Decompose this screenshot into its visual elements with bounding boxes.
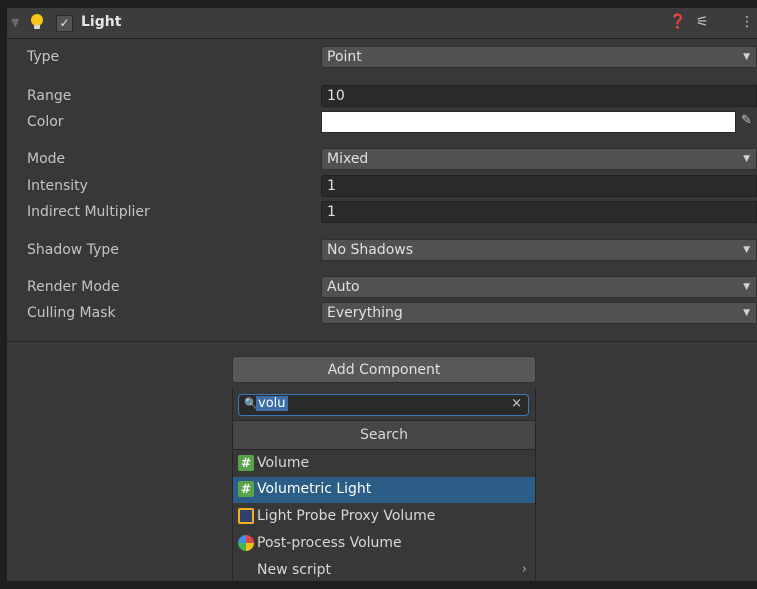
- dropdown-arrow-icon: ▼: [743, 282, 750, 292]
- shadow-type-value: No Shadows: [327, 242, 414, 258]
- range-label: Range: [27, 88, 72, 104]
- chevron-right-icon: ›: [521, 562, 527, 577]
- add-component-button[interactable]: Add Component: [232, 356, 536, 383]
- intensity-row: Intensity 1: [7, 175, 757, 199]
- post-process-icon: [238, 535, 254, 551]
- culling-mask-label: Culling Mask: [27, 305, 116, 321]
- type-row: Type Point ▼: [7, 46, 757, 70]
- foldout-arrow-icon[interactable]: ▼: [11, 16, 19, 29]
- culling-mask-value: Everything: [327, 305, 403, 321]
- render-mode-label: Render Mode: [27, 279, 120, 295]
- type-dropdown[interactable]: Point ▼: [321, 46, 757, 68]
- render-mode-row: Render Mode Auto ▼: [7, 276, 757, 300]
- dropdown-arrow-icon: ▼: [743, 308, 750, 318]
- search-query[interactable]: volu: [256, 396, 288, 411]
- presets-icon[interactable]: ⚟: [696, 14, 709, 30]
- color-label: Color: [27, 114, 64, 130]
- mode-label: Mode: [27, 151, 66, 167]
- dropdown-arrow-icon: ▼: [743, 154, 750, 164]
- script-icon: #: [238, 455, 254, 471]
- search-result-label: Volumetric Light: [257, 481, 372, 497]
- intensity-label: Intensity: [27, 178, 88, 194]
- search-result-label: Post-process Volume: [257, 535, 402, 551]
- dropdown-arrow-icon: ▼: [743, 245, 750, 255]
- eyedropper-icon[interactable]: ✎: [741, 113, 752, 128]
- render-mode-dropdown[interactable]: Auto ▼: [321, 276, 757, 298]
- search-result-label: Light Probe Proxy Volume: [257, 508, 436, 524]
- search-result-item[interactable]: # Volume: [233, 451, 535, 477]
- type-value: Point: [327, 49, 362, 65]
- light-component-header[interactable]: ▼ ✓ Light ❓ ⚟ ⋮: [7, 8, 757, 39]
- mode-value: Mixed: [327, 151, 369, 167]
- window-frame-left: [0, 0, 7, 589]
- culling-mask-dropdown[interactable]: Everything ▼: [321, 302, 757, 324]
- color-row: Color ✎: [7, 111, 757, 135]
- culling-mask-row: Culling Mask Everything ▼: [7, 302, 757, 326]
- component-search-field[interactable]: 🔍 volu ×: [238, 394, 529, 416]
- render-mode-value: Auto: [327, 279, 360, 295]
- window-frame-bottom: [0, 581, 757, 589]
- light-probe-proxy-icon: [238, 508, 254, 524]
- section-divider: [7, 341, 757, 342]
- add-component-popup: 🔍 volu × Search # Volume # Volumetric Li…: [232, 387, 536, 581]
- search-result-item-selected[interactable]: # Volumetric Light: [233, 477, 535, 503]
- type-label: Type: [27, 49, 60, 65]
- shadow-type-row: Shadow Type No Shadows ▼: [7, 239, 757, 263]
- shadow-type-dropdown[interactable]: No Shadows ▼: [321, 239, 757, 261]
- script-icon: #: [238, 481, 254, 497]
- help-icon[interactable]: ❓: [669, 14, 686, 30]
- search-result-item[interactable]: Post-process Volume: [233, 531, 535, 557]
- search-result-item[interactable]: Light Probe Proxy Volume: [233, 504, 535, 530]
- light-bulb-base-icon: [34, 25, 40, 29]
- color-field[interactable]: [321, 111, 736, 133]
- dropdown-arrow-icon: ▼: [743, 52, 750, 62]
- enabled-checkbox[interactable]: ✓: [56, 15, 73, 32]
- range-input[interactable]: 10: [321, 85, 757, 107]
- search-result-label: New script: [257, 562, 331, 578]
- component-title: Light: [81, 14, 122, 30]
- search-result-label: Volume: [257, 455, 310, 471]
- range-row: Range 10: [7, 85, 757, 109]
- indirect-multiplier-row: Indirect Multiplier 1: [7, 201, 757, 225]
- shadow-type-label: Shadow Type: [27, 242, 119, 258]
- intensity-input[interactable]: 1: [321, 175, 757, 197]
- window-frame-top: [0, 0, 757, 8]
- mode-row: Mode Mixed ▼: [7, 148, 757, 172]
- mode-dropdown[interactable]: Mixed ▼: [321, 148, 757, 170]
- indirect-multiplier-label: Indirect Multiplier: [27, 204, 150, 220]
- context-menu-icon[interactable]: ⋮: [740, 14, 754, 30]
- search-results-header: Search: [233, 420, 535, 450]
- indirect-multiplier-input[interactable]: 1: [321, 201, 757, 223]
- clear-search-icon[interactable]: ×: [511, 396, 522, 411]
